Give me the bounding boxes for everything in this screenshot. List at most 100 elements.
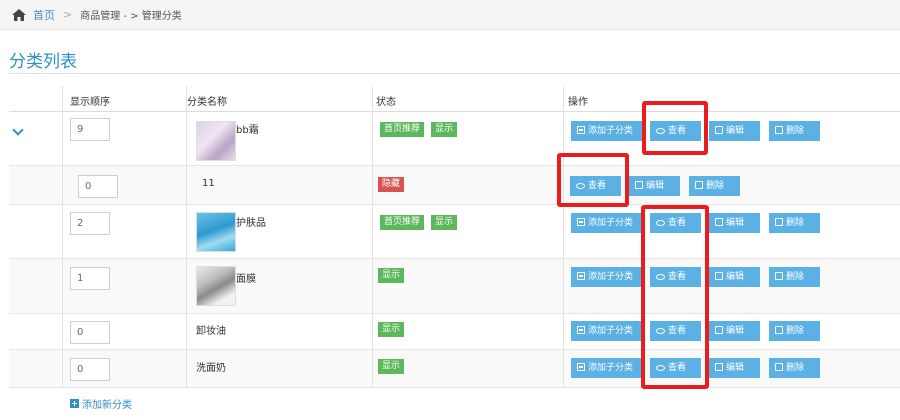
- edit-button[interactable]: 编辑: [709, 321, 760, 341]
- delete-button[interactable]: 删除: [769, 358, 820, 378]
- highlight-box: [642, 101, 708, 155]
- plus-icon: [577, 272, 585, 280]
- edit-button[interactable]: 编辑: [709, 213, 760, 233]
- add-child-label: 添加子分类: [588, 326, 634, 336]
- delete-button[interactable]: 删除: [769, 321, 820, 341]
- highlight-box: [641, 205, 709, 389]
- category-thumbnail: [196, 121, 236, 161]
- plus-icon: [577, 218, 585, 226]
- status-badge: 显示: [378, 359, 405, 374]
- header-status: 状态: [376, 97, 396, 108]
- table-row: [9, 166, 900, 205]
- header-name: 分类名称: [187, 97, 227, 108]
- delete-button[interactable]: 删除: [689, 176, 740, 196]
- edit-label: 编辑: [726, 363, 745, 373]
- highlight-box: [557, 153, 629, 207]
- delete-label: 删除: [786, 363, 805, 373]
- header-ops: 操作: [568, 97, 588, 108]
- title-divider: [9, 73, 900, 74]
- edit-icon: [715, 218, 723, 226]
- edit-icon: [715, 272, 723, 280]
- edit-icon: [715, 126, 723, 134]
- edit-label: 编辑: [726, 218, 745, 228]
- plus-icon: [577, 126, 585, 134]
- add-child-label: 添加子分类: [588, 126, 634, 136]
- edit-label: 编辑: [646, 181, 665, 191]
- add-category-link[interactable]: 添加新分类: [70, 396, 132, 411]
- edit-label: 编辑: [726, 126, 745, 136]
- column-divider: [372, 86, 373, 388]
- edit-button[interactable]: 编辑: [709, 267, 760, 287]
- category-name: 面膜: [236, 274, 256, 285]
- home-icon[interactable]: [12, 8, 26, 21]
- table-row: [9, 205, 900, 259]
- order-input[interactable]: 0: [70, 321, 110, 344]
- edit-label: 编辑: [726, 272, 745, 282]
- delete-icon: [775, 363, 783, 371]
- delete-icon: [775, 126, 783, 134]
- category-thumbnail: [196, 266, 236, 306]
- status-badge: 显示: [378, 322, 405, 337]
- category-name: 护肤品: [236, 218, 266, 229]
- category-name: 洗面奶: [196, 363, 226, 374]
- add-child-button[interactable]: 添加子分类: [571, 358, 643, 378]
- table-row: [9, 259, 900, 314]
- edit-button[interactable]: 编辑: [709, 358, 760, 378]
- column-divider: [563, 86, 564, 388]
- delete-icon: [775, 218, 783, 226]
- table-row: [9, 350, 900, 388]
- category-thumbnail: [196, 212, 236, 252]
- breadcrumb-current: 商品管理 - > 管理分类: [80, 11, 182, 22]
- add-child-button[interactable]: 添加子分类: [571, 267, 643, 287]
- edit-icon: [715, 363, 723, 371]
- delete-label: 删除: [706, 181, 725, 191]
- add-child-button[interactable]: 添加子分类: [571, 121, 643, 141]
- delete-icon: [775, 272, 783, 280]
- delete-label: 删除: [786, 272, 805, 282]
- status-badge: 首页推荐: [380, 215, 425, 230]
- delete-button[interactable]: 删除: [769, 267, 820, 287]
- order-input[interactable]: 0: [78, 175, 118, 198]
- category-name: 11: [202, 178, 215, 189]
- category-name: 卸妆油: [196, 326, 226, 337]
- status-badge: 首页推荐: [380, 122, 425, 137]
- column-divider: [186, 86, 187, 388]
- breadcrumb-home-link[interactable]: 首页: [33, 7, 55, 23]
- table-row: [9, 314, 900, 350]
- order-input[interactable]: 2: [70, 212, 110, 235]
- edit-icon: [635, 181, 643, 189]
- delete-button[interactable]: 删除: [769, 213, 820, 233]
- delete-label: 删除: [786, 326, 805, 336]
- order-input[interactable]: 0: [70, 358, 110, 381]
- status-badge: 隐藏: [378, 177, 405, 192]
- page-title: 分类列表: [9, 52, 77, 72]
- plus-icon: [577, 363, 585, 371]
- add-category-label: 添加新分类: [82, 400, 132, 411]
- edit-icon: [715, 326, 723, 334]
- header-order: 显示顺序: [70, 97, 110, 108]
- delete-label: 删除: [786, 126, 805, 136]
- edit-button[interactable]: 编辑: [629, 176, 680, 196]
- status-badge: 显示: [431, 215, 458, 230]
- add-child-label: 添加子分类: [588, 272, 634, 282]
- table-header: 显示顺序 分类名称 状态 操作: [9, 86, 900, 112]
- add-child-button[interactable]: 添加子分类: [571, 213, 643, 233]
- plus-square-icon: [70, 399, 79, 408]
- order-input[interactable]: 9: [70, 118, 110, 141]
- plus-icon: [577, 326, 585, 334]
- delete-button[interactable]: 删除: [769, 121, 820, 141]
- delete-icon: [775, 326, 783, 334]
- category-name: bb霜: [236, 125, 259, 136]
- delete-icon: [695, 181, 703, 189]
- add-child-label: 添加子分类: [588, 218, 634, 228]
- breadcrumb: 首页 > 商品管理 - > 管理分类: [0, 0, 900, 30]
- table-row: [9, 112, 900, 166]
- column-divider: [62, 86, 63, 388]
- order-input[interactable]: 1: [70, 267, 110, 290]
- add-child-button[interactable]: 添加子分类: [571, 321, 643, 341]
- breadcrumb-separator-icon: >: [63, 8, 73, 21]
- edit-button[interactable]: 编辑: [709, 121, 760, 141]
- edit-label: 编辑: [726, 326, 745, 336]
- status-badge: 显示: [378, 268, 405, 283]
- delete-label: 删除: [786, 218, 805, 228]
